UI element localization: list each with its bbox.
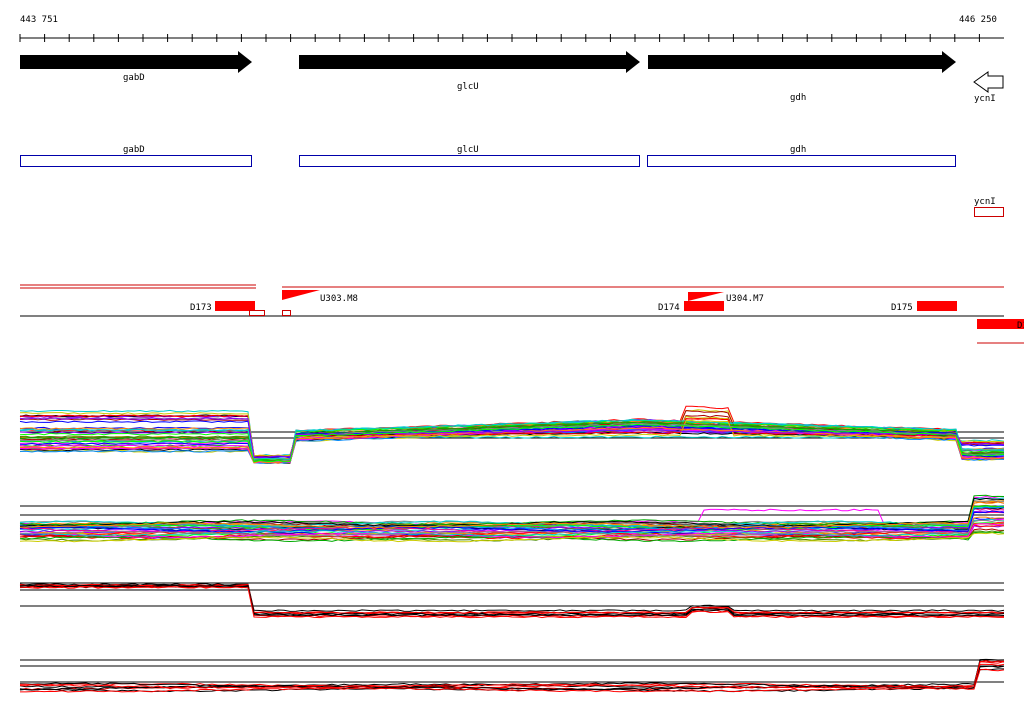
profile-line bbox=[19, 658, 1005, 688]
profile-line bbox=[19, 583, 1005, 614]
gene-label: ycnI bbox=[974, 94, 996, 104]
gene-track: gabD glcU gdh ycnI bbox=[20, 51, 1004, 104]
segment-label: D173 bbox=[190, 303, 212, 313]
annotation-label: gdh bbox=[790, 145, 806, 155]
profile-line bbox=[19, 665, 1005, 692]
profile-line bbox=[19, 584, 1005, 615]
annotation-label: gabD bbox=[123, 145, 145, 155]
annotation-box-gdh[interactable]: gdh bbox=[647, 145, 956, 167]
segment-label: D1 bbox=[1017, 321, 1024, 331]
segment-D174[interactable]: D174 bbox=[658, 301, 724, 313]
expression-panel-4 bbox=[19, 658, 1005, 693]
segment-track: D173 D174 D175 D1 U303.M8 U304.M7 bbox=[20, 284, 1024, 344]
segment-D175[interactable]: D175 bbox=[891, 301, 957, 313]
gene-label: glcU bbox=[457, 82, 479, 92]
segment-D1[interactable]: D1 bbox=[977, 319, 1024, 331]
expression-panel-2 bbox=[19, 494, 1005, 543]
annotation-box-gabD[interactable]: gabD bbox=[20, 145, 252, 167]
upshift-U303-M8[interactable]: U303.M8 bbox=[282, 290, 358, 316]
expression-panel-1 bbox=[19, 405, 1005, 464]
ruler-start-label: 443 751 bbox=[20, 15, 58, 25]
genome-browser-view: 443 751 446 250 gabD glcU gdh ycnI gabD bbox=[19, 15, 1024, 693]
segment-label: D174 bbox=[658, 303, 680, 313]
annotation-label: ycnI bbox=[974, 197, 996, 207]
annotation-box-glcU[interactable]: glcU bbox=[299, 145, 640, 167]
segment-D173[interactable]: D173 bbox=[190, 301, 265, 316]
coordinate-ruler: 443 751 446 250 bbox=[19, 15, 1004, 42]
expression-panel-3 bbox=[19, 582, 1005, 619]
gene-arrow-glcU[interactable]: glcU bbox=[299, 51, 640, 92]
gene-label: gabD bbox=[123, 73, 145, 83]
gene-label: gdh bbox=[790, 93, 806, 103]
annotation-track: gabD glcU gdh ycnI bbox=[20, 145, 1004, 217]
segment-label: D175 bbox=[891, 303, 913, 313]
gene-arrow-gabD[interactable]: gabD bbox=[20, 51, 252, 83]
annotation-box-ycnI[interactable]: ycnI bbox=[974, 197, 1004, 217]
upshift-label: U303.M8 bbox=[320, 294, 358, 304]
annotation-label: glcU bbox=[457, 145, 479, 155]
profile-line bbox=[19, 583, 1005, 613]
gene-arrow-gdh[interactable]: gdh bbox=[648, 51, 956, 103]
upshift-label: U304.M7 bbox=[726, 294, 764, 304]
profile-line bbox=[19, 584, 1005, 615]
ruler-end-label: 446 250 bbox=[959, 15, 997, 25]
gene-arrow-ycnI[interactable]: ycnI bbox=[973, 71, 1004, 104]
